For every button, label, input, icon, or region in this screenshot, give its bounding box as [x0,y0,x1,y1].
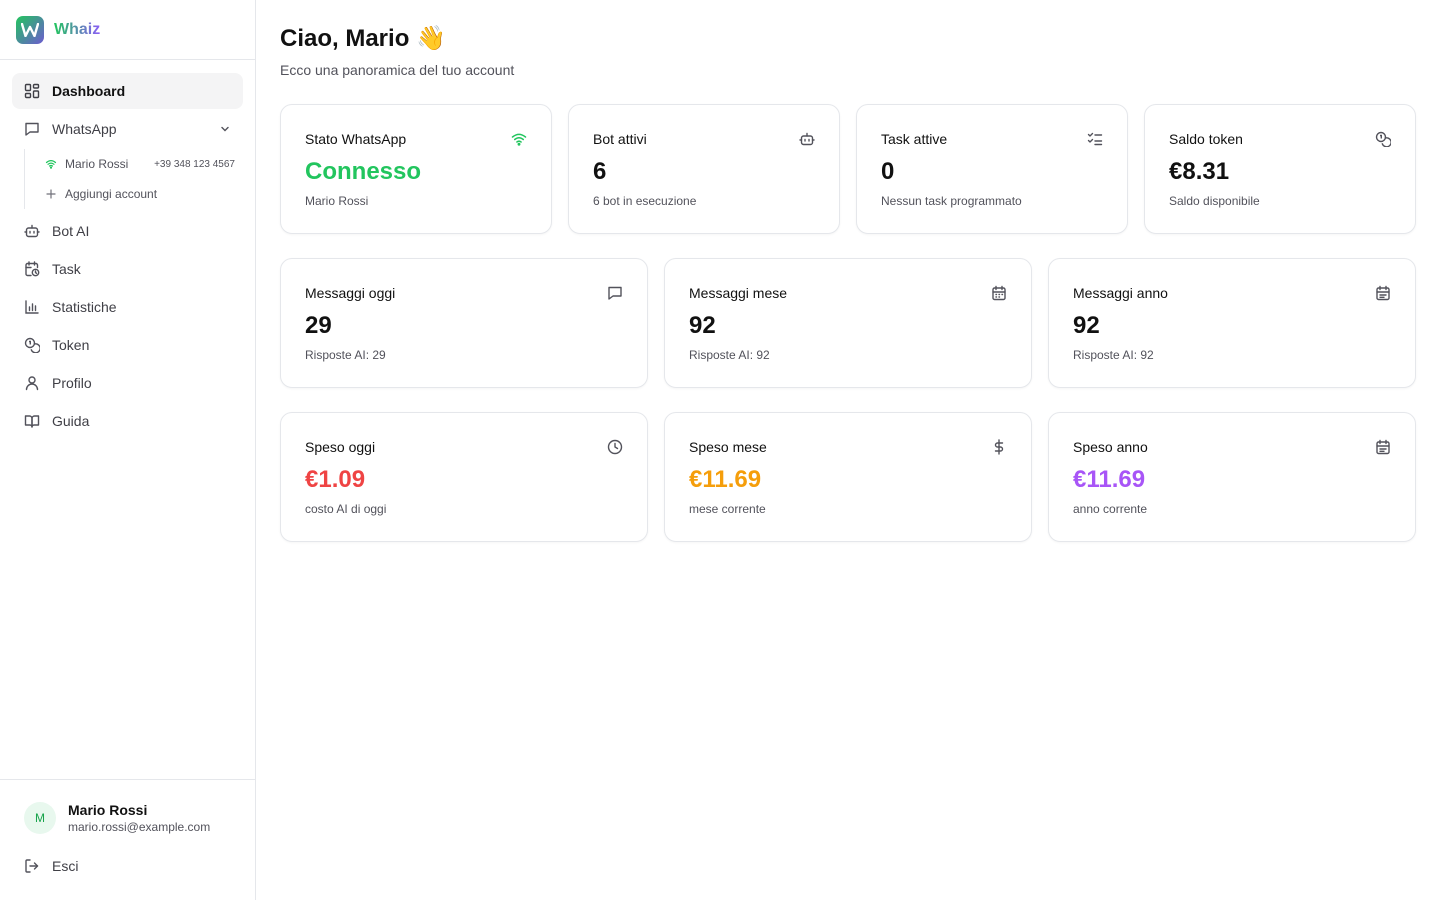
layout-dashboard-icon [24,83,40,99]
card-value: 29 [305,312,332,339]
sidebar-item-label: Bot AI [52,223,90,239]
card-description: 6 bot in esecuzione [593,194,697,208]
calendar-days-icon [1375,285,1391,301]
card-messaggi-mese: Messaggi mese 92 Risposte AI: 92 [664,258,1032,388]
sidebar: Whaiz Dashboard WhatsApp Mario Rossi +39… [0,0,256,900]
card-title: Stato WhatsApp [305,131,407,147]
card-title: Task attive [881,131,948,147]
card-description: Saldo disponibile [1169,194,1260,208]
card-description: Risposte AI: 92 [689,348,770,362]
card-value: €8.31 [1169,158,1230,185]
message-square-icon [24,121,40,137]
card-messaggi-anno: Messaggi anno 92 Risposte AI: 92 [1048,258,1416,388]
user-email: mario.rossi@example.com [68,820,211,834]
card-title: Messaggi oggi [305,285,396,301]
card-description: anno corrente [1073,502,1148,516]
bot-icon [799,131,815,147]
card-value: €11.69 [689,466,762,493]
bot-icon [24,223,40,239]
log-out-icon [24,858,40,874]
sidebar-item-label: Profilo [52,375,92,391]
logout-label: Esci [52,858,79,874]
card-description: Nessun task programmato [881,194,1022,208]
brand[interactable]: Whaiz [0,0,255,60]
card-value: 0 [881,158,895,185]
sidebar-item-profilo[interactable]: Profilo [12,365,243,401]
sidebar-item-statistiche[interactable]: Statistiche [12,289,243,325]
wifi-icon [511,131,527,147]
coins-icon [1375,131,1391,147]
bar-chart-icon [24,299,40,315]
user-icon [24,375,40,391]
sidebar-item-guida[interactable]: Guida [12,403,243,439]
card-value: 92 [1073,312,1100,339]
card-bot-attivi: Bot attivi 6 6 bot in esecuzione [568,104,840,234]
card-value: €11.69 [1073,466,1146,493]
message-square-icon [607,285,623,301]
sidebar-item-label: Guida [52,413,90,429]
calendar-clock-icon [24,261,40,277]
card-description: costo AI di oggi [305,502,387,516]
sidebar-item-label: WhatsApp [52,121,117,137]
avatar: M [24,802,56,834]
card-messaggi-oggi: Messaggi oggi 29 Risposte AI: 29 [280,258,648,388]
card-title: Messaggi anno [1073,285,1168,301]
calendar-days-icon [1375,439,1391,455]
list-checks-icon [1087,131,1103,147]
book-open-icon [24,413,40,429]
page-title: Ciao, Mario 👋 [280,25,446,52]
user-profile[interactable]: M Mario Rossi mario.rossi@example.com [0,780,255,834]
logout-button[interactable]: Esci [24,858,255,874]
calendar-icon [991,285,1007,301]
whatsapp-account-item[interactable]: Mario Rossi +39 348 123 4567 [33,149,243,179]
whaiz-logo-icon [16,15,44,44]
add-account-label: Aggiungi account [65,187,158,201]
card-speso-mese: Speso mese €11.69 mese corrente [664,412,1032,542]
sidebar-nav: Dashboard WhatsApp Mario Rossi +39 348 1… [0,60,255,439]
sidebar-item-label: Statistiche [52,299,117,315]
card-title: Saldo token [1169,131,1243,147]
page-subtitle: Ecco una panoramica del tuo account [280,62,515,78]
card-description: Mario Rossi [305,194,369,208]
brand-name: Whaiz [54,20,101,38]
card-description: Risposte AI: 92 [1073,348,1154,362]
card-description: mese corrente [689,502,766,516]
sidebar-item-bot-ai[interactable]: Bot AI [12,213,243,249]
sidebar-item-label: Dashboard [52,83,126,99]
plus-icon [45,188,57,200]
card-stato-whatsapp: Stato WhatsApp Connesso Mario Rossi [280,104,552,234]
card-title: Speso anno [1073,439,1148,455]
card-value: 92 [689,312,716,339]
chevron-down-icon[interactable] [219,123,231,135]
account-name: Mario Rossi [65,157,129,171]
card-title: Speso mese [689,439,767,455]
sidebar-item-label: Token [52,337,90,353]
card-value: €1.09 [305,466,366,493]
card-title: Bot attivi [593,131,647,147]
card-value: 6 [593,158,607,185]
dollar-sign-icon [991,439,1007,455]
card-task-attive: Task attive 0 Nessun task programmato [856,104,1128,234]
wifi-icon [45,158,57,170]
whatsapp-submenu: Mario Rossi +39 348 123 4567 Aggiungi ac… [24,149,243,209]
coins-icon [24,337,40,353]
sidebar-item-dashboard[interactable]: Dashboard [12,73,243,109]
user-name: Mario Rossi [68,802,148,818]
card-title: Speso oggi [305,439,376,455]
user-info: Mario Rossi mario.rossi@example.com [68,802,210,834]
card-description: Risposte AI: 29 [305,348,386,362]
card-title: Messaggi mese [689,285,788,301]
add-account-button[interactable]: Aggiungi account [33,179,243,209]
sidebar-item-label: Task [52,261,81,277]
clock-icon [607,439,623,455]
sidebar-item-token[interactable]: Token [12,327,243,363]
card-speso-anno: Speso anno €11.69 anno corrente [1048,412,1416,542]
sidebar-item-task[interactable]: Task [12,251,243,287]
card-speso-oggi: Speso oggi €1.09 costo AI di oggi [280,412,648,542]
sidebar-item-whatsapp[interactable]: WhatsApp [12,111,243,147]
card-saldo-token: Saldo token €8.31 Saldo disponibile [1144,104,1416,234]
card-value: Connesso [305,158,422,185]
account-phone: +39 348 123 4567 [154,158,235,170]
user-panel: M Mario Rossi mario.rossi@example.com Es… [0,779,255,900]
